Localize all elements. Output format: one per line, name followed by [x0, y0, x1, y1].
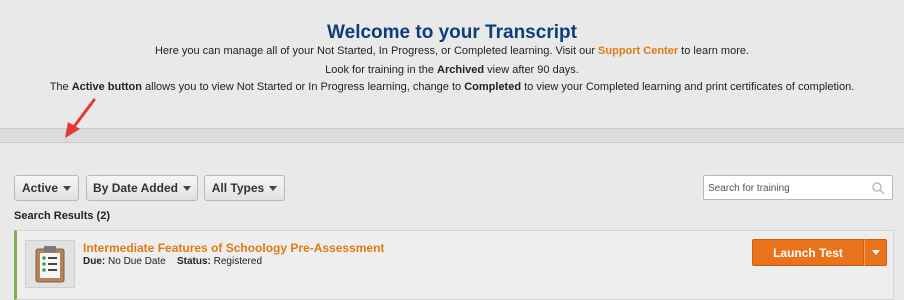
clipboard-checklist-icon [35, 246, 65, 283]
course-title-link[interactable]: Intermediate Features of Schoology Pre-A… [83, 241, 384, 255]
section-divider [0, 128, 904, 143]
course-thumbnail [25, 240, 75, 288]
search-box [703, 175, 893, 200]
chevron-down-icon [63, 185, 72, 191]
intro-line-3: The Active button allows you to view Not… [49, 81, 855, 93]
launch-test-button[interactable]: Launch Test [752, 239, 864, 266]
search-icon[interactable] [871, 181, 885, 195]
type-filter-dropdown[interactable]: All Types [204, 175, 285, 201]
intro-line-2: Look for training in the Archived view a… [325, 64, 579, 76]
status-value: Registered [213, 256, 262, 267]
due-date: No Due Date [108, 256, 166, 267]
course-meta: Due: No Due Date Status: Registered [83, 256, 262, 267]
sort-dropdown[interactable]: By Date Added [86, 175, 198, 201]
search-results-count: Search Results (2) [14, 210, 110, 222]
chevron-down-icon [182, 185, 191, 191]
search-input[interactable] [706, 179, 870, 198]
intro-line-1: Here you can manage all of your Not Star… [154, 45, 750, 57]
annotation-arrow-icon [65, 98, 96, 138]
support-center-link[interactable]: Support Center [598, 45, 678, 57]
page-title: Welcome to your Transcript [327, 22, 577, 43]
training-list-item: Intermediate Features of Schoology Pre-A… [14, 230, 894, 300]
chevron-down-icon [871, 250, 880, 255]
status-filter-dropdown[interactable]: Active [14, 175, 79, 201]
chevron-down-icon [269, 185, 278, 191]
transcript-header: Welcome to your Transcript Here you can … [0, 0, 904, 128]
launch-options-dropdown[interactable] [864, 239, 887, 266]
